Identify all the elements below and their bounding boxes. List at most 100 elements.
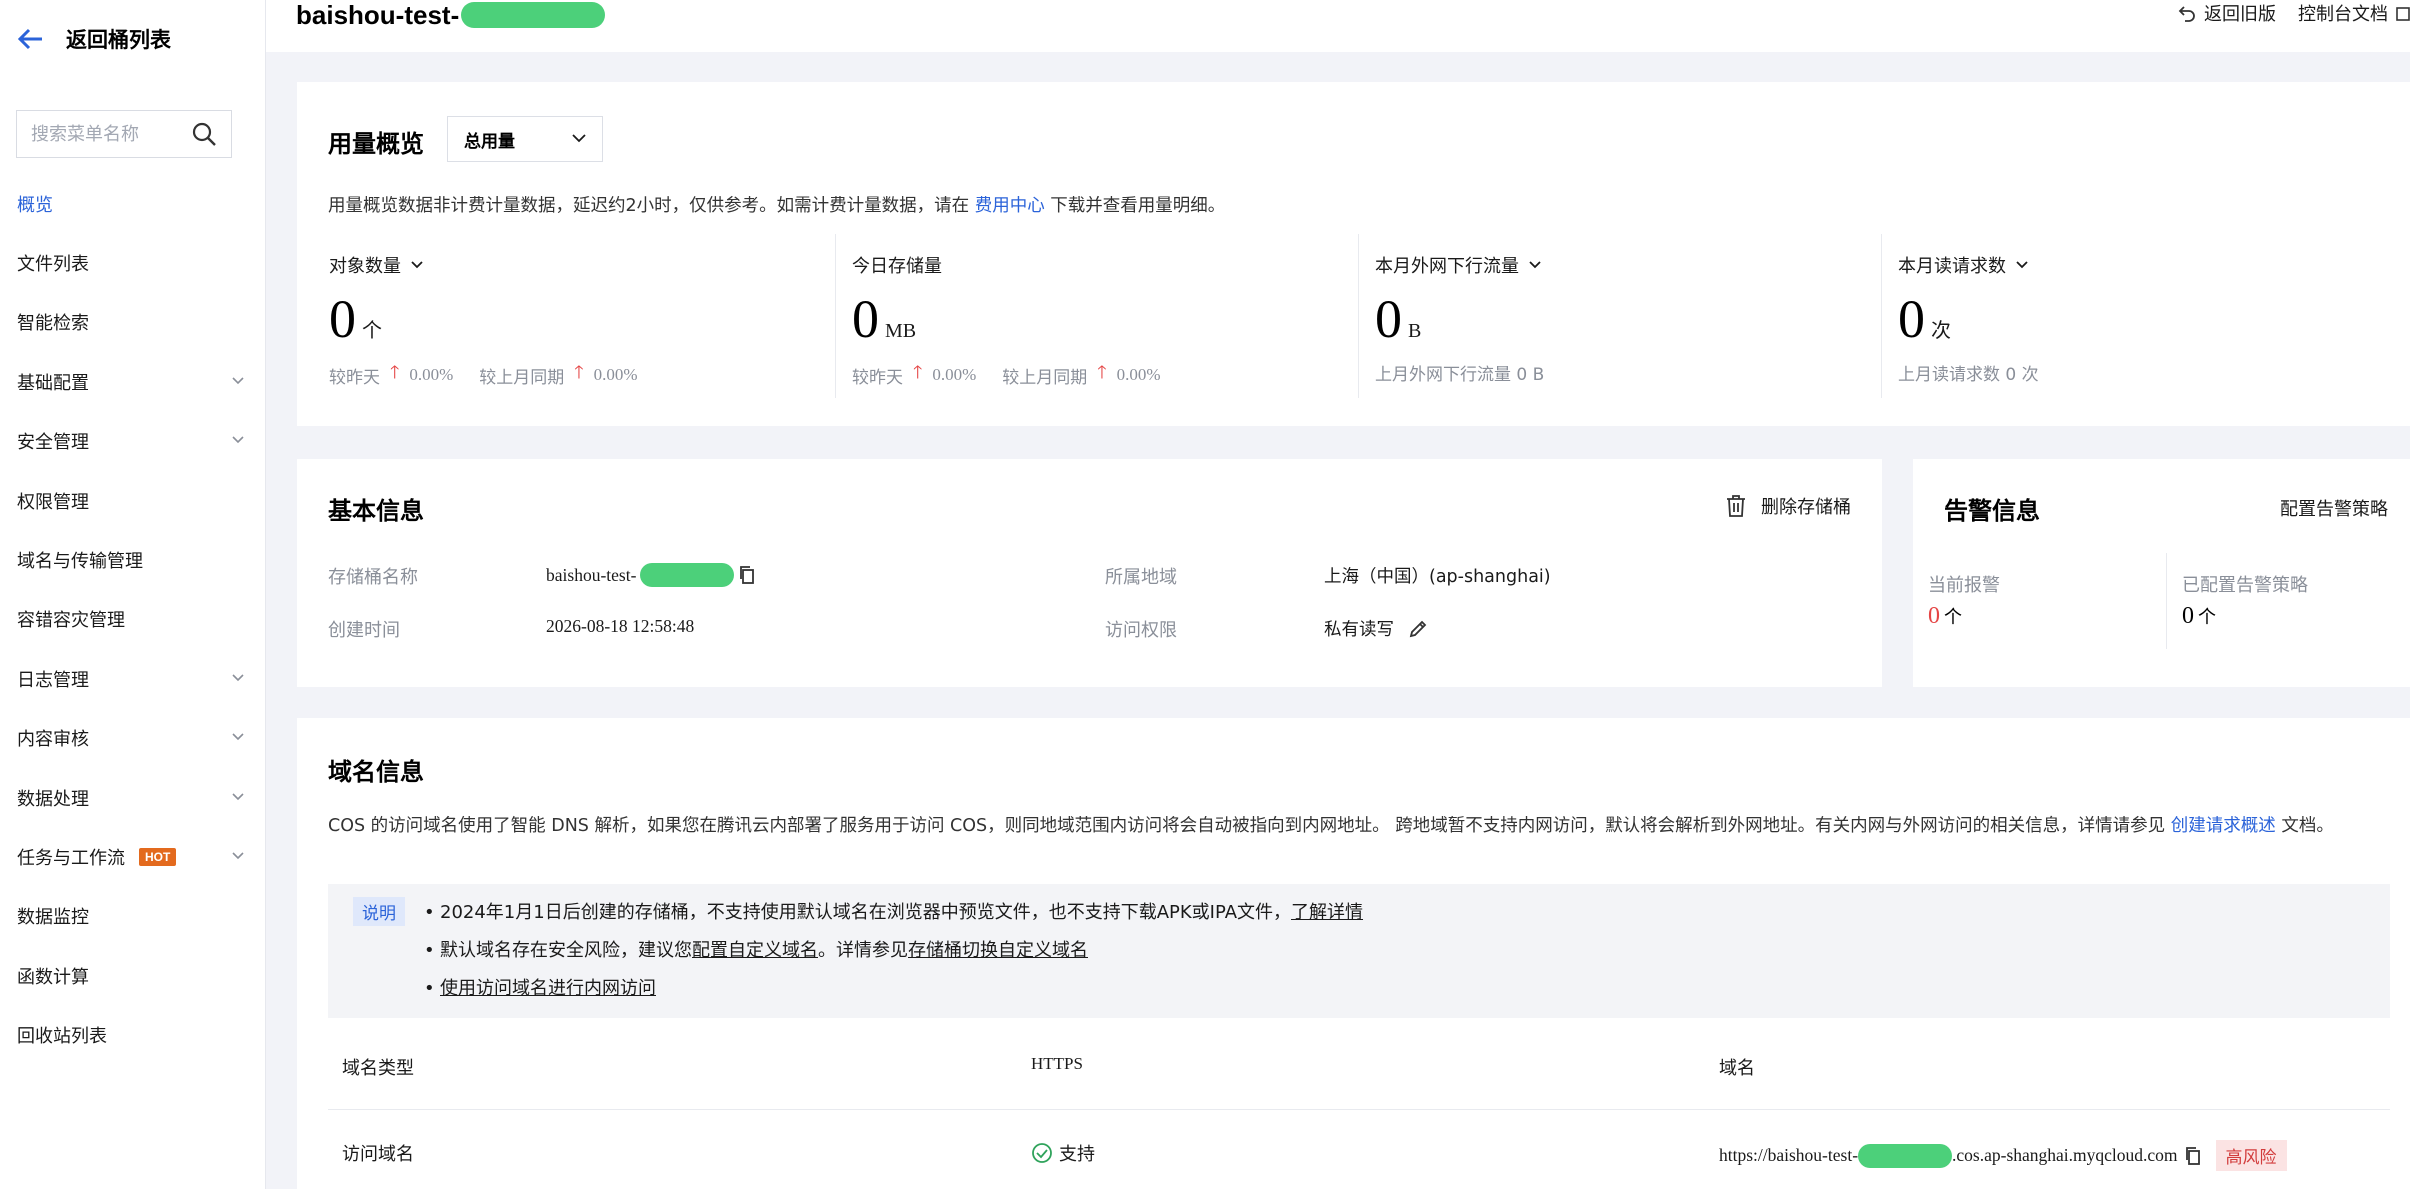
configured-alarm-label: 已配置告警策略 [2182,575,2308,596]
redacted-block [461,2,606,28]
risk-badge: 高风险 [2215,1140,2287,1171]
menu-search-input[interactable] [31,123,191,145]
metric-label-text: 今日存储量 [852,256,942,277]
chevron-down-icon [232,852,244,860]
sidebar-item-security[interactable]: 安全管理 [0,412,266,471]
compare-value: 0.00% [932,365,977,384]
notice-item: 使用访问域名进行内网访问 [424,970,1363,1008]
alarm-info-title: 告警信息 [1944,497,2040,525]
sidebar-item-label: 基础配置 [17,372,89,394]
domain-desc-suffix: 文档。 [2281,816,2334,836]
sidebar-item-data-monitoring[interactable]: 数据监控 [0,887,266,946]
check-circle-icon [1032,1143,1052,1163]
metric-label-text: 对象数量 [329,256,401,277]
search-icon[interactable] [191,121,217,147]
configured-alarm-value[interactable]: 0 个 [2182,603,2216,630]
chevron-down-icon [232,674,244,681]
compare-value: 0.00% [409,365,454,384]
column-header: HTTPS [1031,1054,1083,1073]
sidebar-item-overview[interactable]: 概览 [0,174,266,233]
notice-text: 。详情参见 [818,940,908,961]
redacted-block [640,563,735,587]
compare-value: 0.00% [593,365,638,384]
domain-info-card: 域名信息 COS 的访问域名使用了智能 DNS 解析，如果您在腾讯云内部署了服务… [297,718,2410,1189]
sidebar-item-label: 概览 [17,194,53,216]
config-alarm-policy-link[interactable]: 配置告警策略 [2280,495,2388,521]
compare-value: 0.00% [1116,365,1161,384]
column-header: 域名类型 [342,1058,414,1079]
sidebar-item-disaster-recovery[interactable]: 容错容灾管理 [0,590,266,649]
sidebar-item-permissions[interactable]: 权限管理 [0,471,266,530]
domain-info-title: 域名信息 [328,758,424,786]
metric-label[interactable]: 本月外网下行流量 [1375,252,1541,278]
metric-number: 0 [1375,289,1402,349]
console-docs-link[interactable]: 控制台文档 [2298,0,2410,26]
request-overview-link[interactable]: 创建请求概述 [2171,816,2276,836]
basic-info-title: 基本信息 [328,497,424,525]
region-value: 上海（中国）(ap-shanghai) [1324,567,1551,587]
edit-icon[interactable] [1408,619,1428,639]
metric-label[interactable]: 对象数量 [329,252,423,278]
switch-custom-domain-link[interactable]: 存储桶切换自定义域名 [908,940,1088,961]
back-old-version-link[interactable]: 返回旧版 [2178,0,2276,26]
sidebar-item-file-list[interactable]: 文件列表 [0,233,266,292]
sidebar-item-data-processing[interactable]: 数据处理 [0,768,266,827]
sidebar-item-label: 数据处理 [17,788,89,810]
notice-tag: 说明 [353,897,405,926]
metric-last-month: 上月外网下行流量 0 B [1375,360,1544,385]
metric-read-requests: 本月读请求数 0次 上月读请求数 0 次 [1882,234,2405,398]
sidebar-item-label: 权限管理 [17,491,89,513]
current-alarm-unit: 个 [1944,607,1962,628]
current-alarm-count: 0 [1928,603,1940,629]
usage-desc-text: 用量概览数据非计费计量数据，延迟约2小时，仅供参考。如需计费计量数据，请在 [328,196,970,216]
usage-select-value: 总用量 [464,131,515,152]
chevron-down-icon [232,377,244,384]
billing-center-link[interactable]: 费用中心 [975,196,1045,216]
menu-search[interactable] [16,110,232,158]
created-time-label: 创建时间 [328,620,400,641]
https-status: 支持 [1059,1144,1095,1165]
sidebar-item-label: 回收站列表 [17,1026,107,1048]
current-alarm: 当前报警 0 个 [1913,553,2153,649]
sidebar-item-recycle-bin[interactable]: 回收站列表 [0,1005,266,1064]
delete-bucket-label: 删除存储桶 [1761,497,1851,518]
sidebar-item-logs[interactable]: 日志管理 [0,649,266,708]
trash-icon [1727,495,1745,517]
chevron-down-icon [411,261,423,269]
sidebar-item-label: 容错容灾管理 [17,610,125,632]
custom-domain-link[interactable]: 配置自定义域名 [692,940,818,961]
current-alarm-label: 当前报警 [1928,575,2000,596]
metric-label[interactable]: 本月读请求数 [1898,252,2028,278]
sidebar-item-content-review[interactable]: 内容审核 [0,709,266,768]
learn-more-link[interactable]: 了解详情 [1291,902,1363,923]
metric-value: 0B [1375,292,1421,346]
notice-text: 默认域名存在安全风险，建议您 [440,940,692,961]
back-to-bucket-list[interactable]: 返回桶列表 [18,24,171,54]
usage-type-select[interactable]: 总用量 [447,116,603,162]
domain-description: COS 的访问域名使用了智能 DNS 解析，如果您在腾讯云内部署了服务用于访问 … [328,812,2388,840]
copy-icon[interactable] [738,565,756,585]
sidebar-item-label: 域名与传输管理 [17,551,143,573]
copy-icon[interactable] [2184,1146,2202,1166]
current-alarm-value[interactable]: 0 个 [1928,603,1962,630]
sidebar-item-functions[interactable]: 函数计算 [0,946,266,1005]
sidebar-item-tasks-workflow[interactable]: 任务与工作流 HOT [0,827,266,886]
sidebar-item-basic-config[interactable]: 基础配置 [0,352,266,411]
internal-access-link[interactable]: 使用访问域名进行内网访问 [440,978,656,999]
last-month-text: 上月外网下行流量 0 B [1375,365,1545,385]
delete-bucket-button[interactable]: 删除存储桶 [1725,493,1851,519]
top-bar: baishou-test- 返回旧版 控制台文档 [266,0,2410,52]
metric-today-storage: 今日存储量 0 MB 较昨天 🡑 0.00% 较上月同期 🡑 0.00% [836,234,1359,398]
metric-object-count: 对象数量 0个 较昨天 🡑 0.00% 较上月同期 🡑 0.00% [313,234,836,398]
chevron-down-icon [232,733,244,741]
sidebar-item-label: 函数计算 [17,966,89,988]
sidebar-item-label: 日志管理 [17,669,89,691]
compare-label: 较昨天 [852,367,903,388]
chevron-down-icon [232,436,244,444]
metric-egress-traffic: 本月外网下行流量 0B 上月外网下行流量 0 B [1359,234,1882,398]
sidebar-item-smart-search[interactable]: 智能检索 [0,293,266,352]
sidebar-item-domain-transfer[interactable]: 域名与传输管理 [0,530,266,589]
arrow-left-icon [18,28,42,50]
hot-badge: HOT [139,847,177,866]
notice-text: 2024年1月1日后创建的存储桶，不支持使用默认域名在浏览器中预览文件，也不支持… [440,902,1292,923]
